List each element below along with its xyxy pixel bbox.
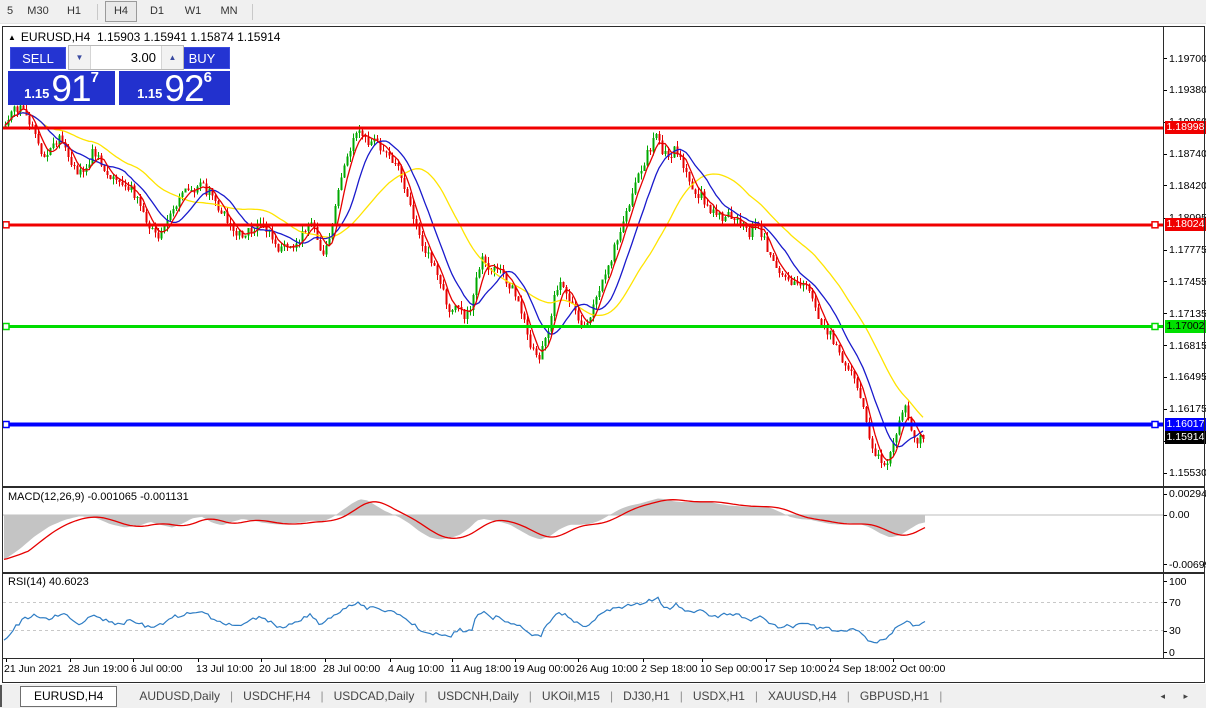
rsi-tick-label: 100 <box>1169 576 1187 588</box>
price-tick-label: 1.19380 <box>1169 84 1206 96</box>
date-label: 21 Jun 2021 <box>4 663 62 675</box>
price-tick-label: 1.19700 <box>1169 53 1206 65</box>
current-price-label: 1.15914 <box>1165 431 1206 444</box>
volume-input[interactable]: 3.00 <box>91 46 161 69</box>
date-label: 26 Aug 10:00 <box>576 663 638 675</box>
mt4-terminal: 5 M30 H1 H4 D1 W1 MN ▲ EURUSD,H4 1.15903 1.1594… <box>0 0 1206 708</box>
macd-histogram <box>4 498 925 560</box>
date-label: 4 Aug 10:00 <box>388 663 445 675</box>
date-label: 6 Jul 00:00 <box>131 663 183 675</box>
buy-price-big: 92 <box>164 68 204 109</box>
triangle-down-icon: ▼ <box>75 53 84 62</box>
chart-title-ohlc: 1.15903 1.15941 1.15874 1.15914 <box>96 30 281 44</box>
volume-stepper: ▼ 3.00 ▲ <box>68 45 184 70</box>
price-tick-label: 1.18740 <box>1169 148 1206 160</box>
price-scale[interactable]: 1.197001.193801.190601.187401.184201.180… <box>1163 26 1206 659</box>
date-label: 2 Oct 00:00 <box>891 663 946 675</box>
rsi-tick-label: 70 <box>1169 597 1181 609</box>
level-price-label: 1.16017 <box>1165 418 1206 431</box>
one-click-trade-panel: SELL ▼ 3.00 ▲ BUY 1.15 91 7 1.15 92 6 <box>8 45 230 109</box>
macd-label: MACD(12,26,9) -0.001065 -0.001131 <box>8 491 189 503</box>
rsi-splitter[interactable] <box>3 572 1204 574</box>
macd-tick-label: 0.00294 <box>1169 488 1206 500</box>
rsi-line <box>3 596 926 644</box>
date-label: 28 Jun 19:00 <box>68 663 129 675</box>
price-tick-label: 1.15530 <box>1169 467 1206 479</box>
sell-quote[interactable]: 1.15 91 7 <box>8 68 115 109</box>
date-label: 20 Jul 18:00 <box>259 663 317 675</box>
window-border-right <box>1204 26 1205 683</box>
date-axis[interactable]: 21 Jun 2021 28 Jun 19:00 6 Jul 00:00 13 Jul… <box>0 658 1206 682</box>
price-tick-label: 1.17135 <box>1169 308 1206 320</box>
symbol-marker-icon: ▲ <box>8 33 16 42</box>
date-label: 28 Jul 00:00 <box>323 663 381 675</box>
date-label: 13 Jul 10:00 <box>196 663 254 675</box>
macd-splitter[interactable] <box>3 486 1204 488</box>
sell-price-big: 91 <box>51 68 91 109</box>
price-tick-label: 1.16815 <box>1169 340 1206 352</box>
buy-quote[interactable]: 1.15 92 6 <box>119 68 230 109</box>
fast-ma-line <box>4 108 924 462</box>
date-label: 2 Sep 18:00 <box>641 663 698 675</box>
price-tick-label: 1.16175 <box>1169 403 1206 415</box>
level-price-label: 1.18024 <box>1165 218 1206 231</box>
sell-button[interactable]: SELL <box>10 47 66 69</box>
buy-price-prefix: 1.15 <box>137 86 163 101</box>
triangle-up-icon: ▲ <box>168 53 177 62</box>
date-label: 24 Sep 18:00 <box>828 663 891 675</box>
window-border-top <box>2 26 1204 27</box>
volume-decrease-button[interactable]: ▼ <box>69 46 91 69</box>
window-border-bottom <box>2 682 1205 683</box>
price-tick-label: 1.17775 <box>1169 244 1206 256</box>
level-price-label: 1.17002 <box>1165 320 1206 333</box>
buy-price-pip: 6 <box>203 69 212 86</box>
chart-title-symbol: EURUSD,H4 <box>20 30 91 44</box>
sell-price-pip: 7 <box>90 69 99 86</box>
date-label: 19 Aug 00:00 <box>513 663 575 675</box>
window-border-left <box>2 26 3 683</box>
rsi-label: RSI(14) 40.6023 <box>8 576 89 588</box>
price-tick-label: 1.18420 <box>1169 180 1206 192</box>
price-tick-label: 1.17455 <box>1169 276 1206 288</box>
date-axis-line <box>3 658 1204 659</box>
rsi-tick-label: 30 <box>1169 625 1181 637</box>
level-price-label: 1.18998 <box>1165 121 1206 134</box>
sell-price-prefix: 1.15 <box>24 86 50 101</box>
date-label: 10 Sep 00:00 <box>700 663 763 675</box>
date-label: 11 Aug 18:00 <box>450 663 512 675</box>
slow-ma-line <box>4 112 924 418</box>
macd-tick-label: 0.00 <box>1169 509 1190 521</box>
macd-tick-label: -0.00699 <box>1169 559 1206 571</box>
date-label: 17 Sep 10:00 <box>764 663 827 675</box>
volume-increase-button[interactable]: ▲ <box>161 46 183 69</box>
price-scale-line <box>1163 26 1164 658</box>
chart-title: ▲ EURUSD,H4 1.15903 1.15941 1.15874 1.159… <box>8 30 280 44</box>
price-tick-label: 1.16495 <box>1169 371 1206 383</box>
